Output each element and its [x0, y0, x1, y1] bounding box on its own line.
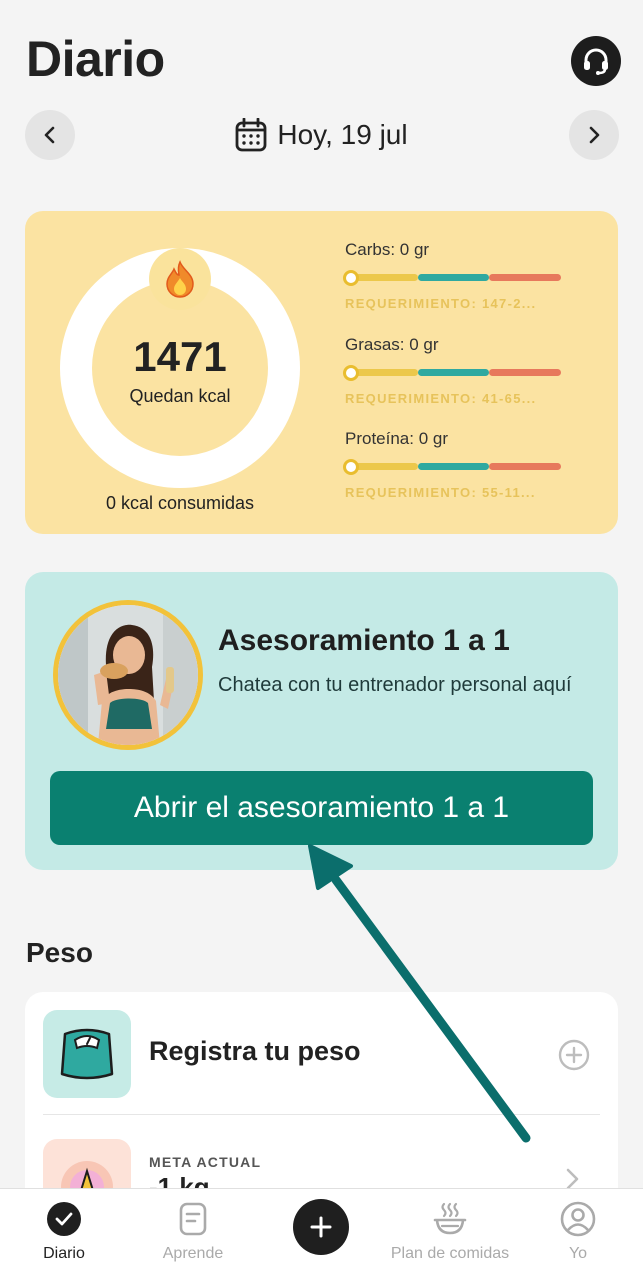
- document-icon: [175, 1201, 211, 1237]
- user-icon: [560, 1201, 596, 1237]
- bowl-icon: [432, 1201, 468, 1237]
- remaining-kcal-value: 1471: [133, 333, 227, 380]
- weight-section-title: Peso: [26, 937, 93, 968]
- coach-avatar: [53, 600, 203, 750]
- divider: [43, 1114, 600, 1115]
- plus-icon: [310, 1216, 332, 1238]
- macro-carbs: Carbs: 0 gr REQUERIMIENTO: 147-2...: [343, 240, 590, 311]
- register-weight-label[interactable]: Registra tu peso: [149, 1036, 361, 1067]
- macro-requirement: REQUERIMIENTO: 147-2...: [345, 296, 537, 311]
- headset-icon: [584, 48, 608, 75]
- coaching-subtitle: Chatea con tu entrenador personal aquí: [218, 674, 572, 696]
- tab-plan-de-comidas[interactable]: Plan de comidas: [385, 1189, 515, 1280]
- macro-requirement: REQUERIMIENTO: 41-65...: [345, 391, 537, 406]
- tab-yo[interactable]: Yo: [538, 1189, 618, 1280]
- calendar-icon: [235, 118, 267, 152]
- macro-requirement: REQUERIMIENTO: 55-11...: [345, 485, 536, 500]
- coaching-title: Asesoramiento 1 a 1: [218, 624, 510, 657]
- chevron-right-icon: [589, 126, 600, 144]
- open-coaching-button[interactable]: Abrir el asesoramiento 1 a 1: [50, 771, 593, 845]
- tab-label: Aprende: [162, 1245, 224, 1262]
- flame-badge: [149, 248, 211, 310]
- macro-protein: Proteína: 0 gr REQUERIMIENTO: 55-11...: [343, 429, 590, 500]
- macro-fats: Grasas: 0 gr REQUERIMIENTO: 41-65...: [343, 335, 590, 406]
- goal-caption: META ACTUAL: [149, 1154, 262, 1170]
- current-date: Hoy, 19 jul: [277, 119, 408, 150]
- macro-label: Grasas: 0 gr: [345, 335, 439, 354]
- macro-progress-bar: [343, 270, 590, 286]
- progress-knob: [343, 365, 359, 381]
- tab-aprende[interactable]: Aprende: [150, 1189, 236, 1280]
- macro-progress-bar: [343, 459, 590, 475]
- check-circle-icon: [46, 1201, 82, 1237]
- tab-label: Plan de comidas: [390, 1245, 510, 1262]
- coach-photo: [58, 605, 198, 745]
- page-title: Diario: [26, 31, 165, 87]
- macro-label: Carbs: 0 gr: [345, 240, 430, 259]
- scale-tile: [43, 1010, 131, 1098]
- macro-progress-bar: [343, 365, 590, 381]
- flame-icon: [166, 260, 194, 298]
- coaching-card: Asesoramiento 1 a 1 Chatea con tu entren…: [25, 572, 618, 870]
- consumed-kcal: 0 kcal consumidas: [105, 493, 255, 513]
- calorie-summary-card[interactable]: 1471 Quedan kcal 0 kcal consumidas Carbs…: [25, 211, 618, 534]
- date-selector[interactable]: Hoy, 19 jul: [0, 112, 643, 158]
- bottom-navigation: Diario Aprende Plan de comidas Yo: [0, 1188, 643, 1280]
- remaining-kcal-label: Quedan kcal: [129, 386, 231, 406]
- scale-icon: [60, 1028, 114, 1080]
- progress-knob: [343, 270, 359, 286]
- tab-label: Yo: [568, 1245, 588, 1262]
- add-weight-icon[interactable]: [558, 1039, 590, 1071]
- support-button[interactable]: [571, 36, 621, 86]
- add-button[interactable]: [293, 1199, 349, 1255]
- progress-knob: [343, 459, 359, 475]
- macro-label: Proteína: 0 gr: [345, 429, 449, 448]
- tab-label: Diario: [43, 1245, 85, 1262]
- tab-diario[interactable]: Diario: [24, 1189, 104, 1280]
- next-day-button[interactable]: [569, 110, 619, 160]
